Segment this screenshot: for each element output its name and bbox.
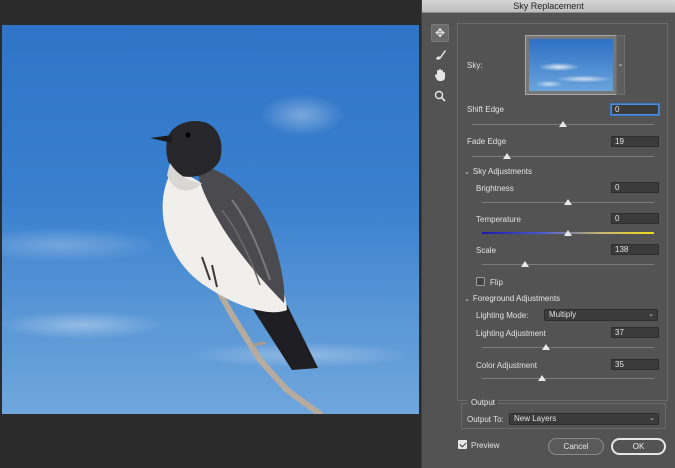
scale-label: Scale	[476, 246, 497, 255]
output-to-value: New Layers	[514, 414, 557, 423]
color-adjustment-label: Color Adjustment	[476, 361, 537, 370]
temperature-label: Temperature	[476, 215, 521, 224]
output-to-select[interactable]: New Layers ⌄	[509, 413, 659, 425]
lighting-mode-label: Lighting Mode:	[476, 311, 529, 320]
brightness-slider-thumb[interactable]	[564, 199, 572, 205]
sky-preset-thumbnail[interactable]	[525, 35, 617, 95]
lighting-adjustment-slider-thumb[interactable]	[541, 344, 550, 350]
shift-edge-label: Shift Edge	[467, 105, 504, 114]
sky-preset-dropdown-button[interactable]: ⌄	[616, 35, 625, 95]
chevron-down-icon: ⌄	[464, 296, 470, 303]
cancel-button[interactable]: Cancel	[548, 438, 604, 455]
color-adjustment-field[interactable]: 35	[611, 359, 659, 370]
tool-bar: ✥	[431, 24, 451, 108]
document-canvas[interactable]	[0, 0, 421, 468]
fade-edge-label: Fade Edge	[467, 137, 507, 146]
lighting-mode-value: Multiply	[549, 310, 577, 319]
temperature-field[interactable]: 0	[611, 213, 659, 224]
output-label: Output	[468, 398, 499, 407]
zoom-icon-svg	[434, 90, 446, 102]
color-adjustment-slider-thumb[interactable]	[538, 375, 547, 381]
hand-icon-svg	[434, 68, 445, 81]
flip-checkbox[interactable]	[476, 277, 485, 286]
temperature-slider-thumb[interactable]	[564, 230, 572, 236]
ok-button[interactable]: OK	[611, 438, 666, 455]
brightness-label: Brightness	[476, 184, 514, 193]
chevron-down-icon: ⌄	[464, 169, 470, 176]
zoom-icon[interactable]	[431, 87, 449, 105]
lighting-mode-select[interactable]: Multiply ⌄	[544, 309, 658, 321]
fade-edge-field[interactable]: 19	[611, 136, 659, 147]
sky-preview-image	[529, 39, 613, 91]
preview-checkbox[interactable]	[458, 440, 467, 449]
lighting-adjustment-label: Lighting Adjustment	[476, 329, 546, 338]
flip-label: Flip	[490, 278, 503, 287]
fade-edge-slider-track[interactable]	[472, 156, 654, 157]
settings-panel: Sky: ⌄ Shift Edge 0 Fade Edge 19 ⌄ Sky Ad…	[457, 23, 668, 401]
sky-brush-icon[interactable]	[431, 45, 449, 63]
foreground-adjustments-header[interactable]: ⌄ Foreground Adjustments	[464, 294, 560, 303]
bird-photo-preview[interactable]	[2, 25, 419, 414]
sky-label: Sky:	[467, 61, 483, 70]
sky-brush-icon-svg	[435, 49, 446, 60]
shift-edge-slider-thumb[interactable]	[559, 121, 567, 127]
chevron-down-icon: ⌄	[649, 415, 655, 422]
fade-edge-slider-thumb[interactable]	[502, 153, 511, 159]
scale-slider-thumb[interactable]	[521, 261, 529, 267]
lighting-adjustment-slider-track[interactable]	[482, 347, 654, 348]
chevron-down-icon: ⌄	[617, 61, 624, 68]
preview-label: Preview	[471, 441, 500, 450]
foreground-adjustments-label: Foreground Adjustments	[472, 294, 561, 303]
dialog-title: Sky Replacement	[422, 0, 675, 13]
color-adjustment-slider-track[interactable]	[482, 378, 654, 379]
sky-adjustments-header[interactable]: ⌄ Sky Adjustments	[464, 167, 532, 176]
shift-edge-field[interactable]: 0	[611, 104, 659, 115]
move-sky-icon[interactable]: ✥	[431, 24, 449, 42]
hand-icon[interactable]	[431, 66, 449, 84]
sky-adjustments-label: Sky Adjustments	[472, 167, 533, 176]
output-to-label: Output To:	[467, 415, 504, 424]
move-sky-icon-glyph: ✥	[434, 26, 446, 40]
brightness-field[interactable]: 0	[611, 182, 659, 193]
bird-on-branch-image	[150, 120, 323, 414]
chevron-down-icon: ⌄	[648, 311, 654, 318]
scale-field[interactable]: 138	[611, 244, 659, 255]
sky-replacement-dialog: Sky Replacement ✥ Sky: ⌄ Shift Edge 0 Fa…	[421, 0, 675, 468]
scale-slider-track[interactable]	[482, 264, 654, 265]
lighting-adjustment-field[interactable]: 37	[611, 327, 659, 338]
